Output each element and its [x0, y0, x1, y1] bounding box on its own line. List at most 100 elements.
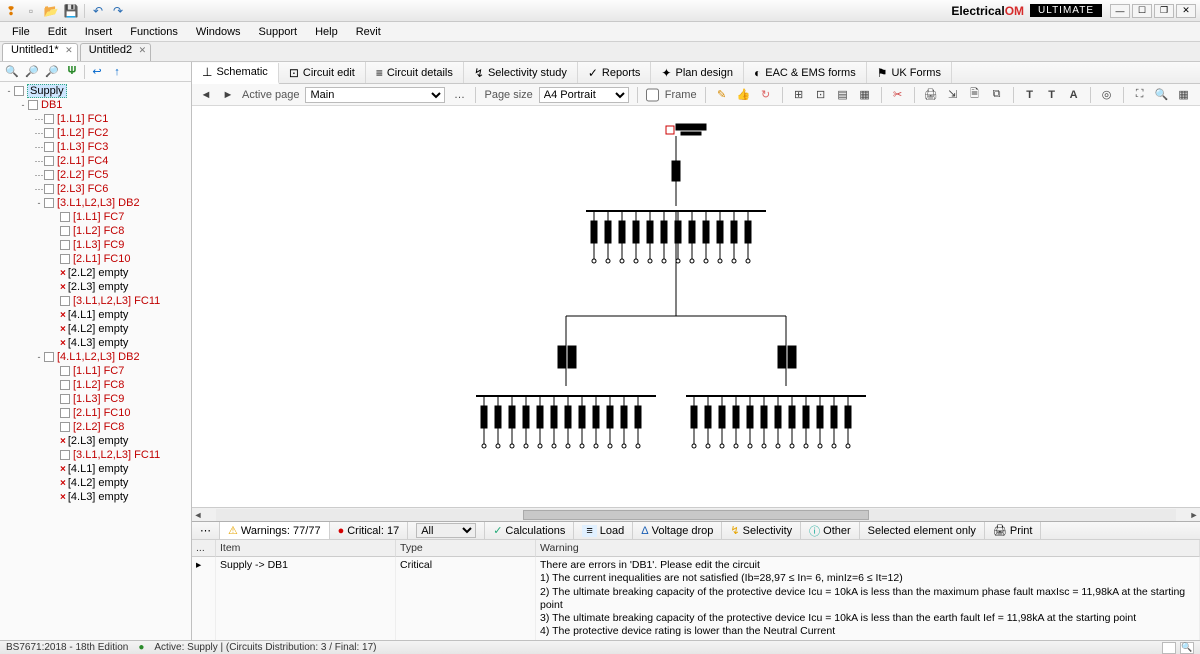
project-tree[interactable]: -Supply-DB1⋯[1.L1] FC1⋯[1.L2] FC2⋯[1.L3]…: [0, 82, 191, 640]
page-menu-icon[interactable]: …: [451, 87, 467, 103]
expand-icon[interactable]: ⋯: [192, 522, 220, 539]
tree-node[interactable]: [1.L1] FC7: [0, 364, 191, 378]
tag-calculations[interactable]: ✓Calculations: [485, 522, 574, 539]
view-tab-schematic[interactable]: ⊥Schematic: [192, 63, 279, 84]
doc-tab[interactable]: Untitled1*✕: [2, 43, 78, 61]
tree-node[interactable]: ×[4.L1] empty: [0, 462, 191, 476]
tag-other[interactable]: ⓘOther: [801, 522, 860, 539]
zoom-out-icon[interactable]: 🔎: [44, 64, 60, 80]
print-warnings[interactable]: 🖨 Print: [985, 522, 1042, 539]
tree-node[interactable]: [2.L1] FC10: [0, 406, 191, 420]
critical-tab[interactable]: ●Critical: 17: [330, 522, 409, 539]
row-icon[interactable]: ▸: [192, 557, 216, 640]
bulb-icon[interactable]: ❢: [4, 4, 18, 18]
undo-icon[interactable]: ↶: [91, 4, 105, 18]
tree-node[interactable]: ⋯[2.L2] FC5: [0, 168, 191, 182]
view-tab-selectivity-study[interactable]: ↯Selectivity study: [464, 62, 578, 83]
tree-node[interactable]: [2.L1] FC10: [0, 252, 191, 266]
menu-functions[interactable]: Functions: [122, 24, 186, 40]
tree-node[interactable]: [1.L3] FC9: [0, 392, 191, 406]
warnings-tab[interactable]: ⚠Warnings: 77/77: [220, 522, 330, 539]
filter-select[interactable]: All: [408, 522, 485, 539]
tool3-icon[interactable]: ▤: [835, 87, 851, 103]
view-tab-reports[interactable]: ✓Reports: [578, 62, 652, 83]
doc-tab[interactable]: Untitled2✕: [80, 43, 151, 61]
selected-only[interactable]: Selected element only: [860, 522, 985, 539]
tool-icon[interactable]: ⊞: [791, 87, 807, 103]
status-btn[interactable]: [1162, 642, 1176, 654]
tree-node[interactable]: [2.L2] FC8: [0, 420, 191, 434]
tree-node[interactable]: [3.L1,L2,L3] FC11: [0, 294, 191, 308]
tree-node[interactable]: [1.L2] FC8: [0, 224, 191, 238]
status-search-icon[interactable]: 🔍: [1180, 642, 1194, 654]
tree-node[interactable]: ×[4.L2] empty: [0, 322, 191, 336]
redo-icon[interactable]: ↷: [111, 4, 125, 18]
prev-page-icon[interactable]: ◄: [198, 87, 214, 103]
tree-node[interactable]: ×[2.L3] empty: [0, 434, 191, 448]
copy-icon[interactable]: ⧉: [989, 87, 1005, 103]
close-button[interactable]: ✕: [1176, 4, 1196, 18]
tree-node[interactable]: ×[4.L2] empty: [0, 476, 191, 490]
view-tab-circuit-details[interactable]: ≡Circuit details: [366, 62, 464, 83]
min-button[interactable]: —: [1110, 4, 1130, 18]
view-tab-uk-forms[interactable]: ⚑UK Forms: [867, 62, 952, 83]
refresh-icon[interactable]: ↻: [758, 87, 774, 103]
menu-support[interactable]: Support: [251, 24, 306, 40]
menu-file[interactable]: File: [4, 24, 38, 40]
print-icon[interactable]: 🖨: [923, 87, 939, 103]
h-scrollbar[interactable]: ◄►: [192, 507, 1200, 521]
page-icon[interactable]: 🗎: [967, 87, 983, 103]
font-icon[interactable]: A: [1066, 87, 1082, 103]
tree-node[interactable]: ⋯[2.L1] FC4: [0, 154, 191, 168]
tree-node[interactable]: ⋯[1.L3] FC3: [0, 140, 191, 154]
cut-icon[interactable]: ✂: [890, 87, 906, 103]
fit-icon[interactable]: ⛶: [1132, 87, 1148, 103]
tag-selectivity[interactable]: ↯Selectivity: [722, 522, 801, 539]
tree-node[interactable]: ⋯[2.L3] FC6: [0, 182, 191, 196]
open-icon[interactable]: 📂: [44, 4, 58, 18]
zoom-icon[interactable]: 🔍: [1154, 87, 1170, 103]
save-icon[interactable]: 💾: [64, 4, 78, 18]
row-item[interactable]: Supply -> DB1: [216, 557, 396, 640]
zoom-in-icon[interactable]: 🔎: [24, 64, 40, 80]
new-icon[interactable]: ▫: [24, 4, 38, 18]
tree-node[interactable]: ⋯[1.L2] FC2: [0, 126, 191, 140]
tree-node[interactable]: ×[4.L3] empty: [0, 490, 191, 504]
menu-insert[interactable]: Insert: [77, 24, 121, 40]
menu-windows[interactable]: Windows: [188, 24, 249, 40]
tool4-icon[interactable]: ▦: [857, 87, 873, 103]
tree-node[interactable]: [1.L2] FC8: [0, 378, 191, 392]
tree-node[interactable]: -[3.L1,L2,L3] DB2: [0, 196, 191, 210]
page-size-select[interactable]: A4 Portrait: [539, 87, 629, 103]
active-page-select[interactable]: Main: [305, 87, 445, 103]
close-tab-icon[interactable]: ✕: [139, 45, 147, 56]
menu-help[interactable]: Help: [307, 24, 346, 40]
search-icon[interactable]: 🔍: [4, 64, 20, 80]
target-icon[interactable]: ◎: [1099, 87, 1115, 103]
menu-revit[interactable]: Revit: [348, 24, 389, 40]
next-page-icon[interactable]: ►: [220, 87, 236, 103]
max-button[interactable]: ☐: [1132, 4, 1152, 18]
tree-node[interactable]: ×[4.L3] empty: [0, 336, 191, 350]
script-icon[interactable]: 𝚿: [64, 64, 80, 80]
thumb-up-icon[interactable]: 👍: [736, 87, 752, 103]
tree-node[interactable]: -Supply: [0, 84, 191, 98]
tree-node[interactable]: ⋯[1.L1] FC1: [0, 112, 191, 126]
restore-button[interactable]: ❐: [1154, 4, 1174, 18]
view-tab-circuit-edit[interactable]: ⊡Circuit edit: [279, 62, 366, 83]
menu-edit[interactable]: Edit: [40, 24, 75, 40]
back-icon[interactable]: ↩: [89, 64, 105, 80]
tool2-icon[interactable]: ⊡: [813, 87, 829, 103]
tree-node[interactable]: ×[4.L1] empty: [0, 308, 191, 322]
tree-node[interactable]: -DB1: [0, 98, 191, 112]
up-icon[interactable]: ↑: [109, 64, 125, 80]
grid-icon[interactable]: ▦: [1176, 87, 1192, 103]
tree-node[interactable]: ×[2.L3] empty: [0, 280, 191, 294]
frame-checkbox[interactable]: [646, 87, 659, 103]
pencil-icon[interactable]: ✎: [714, 87, 730, 103]
view-tab-eac-ems-forms[interactable]: ◐EAC & EMS forms: [744, 62, 867, 83]
tree-node[interactable]: [1.L3] FC9: [0, 238, 191, 252]
text2-icon[interactable]: T: [1044, 87, 1060, 103]
tree-node[interactable]: -[4.L1,L2,L3] DB2: [0, 350, 191, 364]
tree-node[interactable]: [3.L1,L2,L3] FC11: [0, 448, 191, 462]
